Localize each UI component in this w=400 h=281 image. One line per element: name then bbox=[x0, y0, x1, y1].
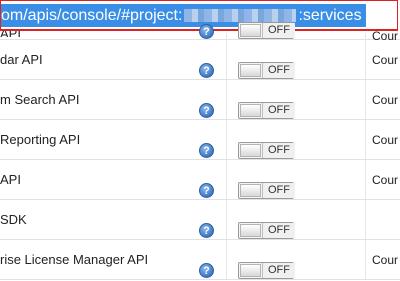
service-toggle[interactable]: OFF bbox=[238, 22, 295, 39]
column-divider bbox=[365, 160, 366, 199]
column-divider bbox=[226, 80, 227, 119]
service-row: SDK ? OFF bbox=[0, 200, 400, 240]
url-suffix: :services bbox=[298, 7, 362, 24]
service-toggle[interactable]: OFF bbox=[238, 262, 295, 279]
service-toggle[interactable]: OFF bbox=[238, 62, 295, 79]
toggle-knob bbox=[240, 144, 261, 157]
column-divider bbox=[365, 33, 366, 39]
quota-link[interactable]: Cour bbox=[372, 120, 398, 159]
column-divider bbox=[226, 40, 227, 79]
redacted-project-id bbox=[184, 9, 297, 23]
column-divider bbox=[226, 160, 227, 199]
toggle-state: OFF bbox=[262, 103, 295, 118]
toggle-state: OFF bbox=[262, 263, 295, 278]
service-toggle[interactable]: OFF bbox=[238, 142, 295, 159]
service-row: Reporting API ? OFF Cour bbox=[0, 120, 400, 160]
help-icon[interactable]: ? bbox=[199, 24, 214, 39]
column-divider bbox=[226, 200, 227, 239]
service-toggle[interactable]: OFF bbox=[238, 182, 295, 199]
help-icon[interactable]: ? bbox=[199, 263, 214, 278]
toggle-state: OFF bbox=[262, 223, 295, 238]
service-name: API bbox=[0, 31, 195, 37]
column-divider bbox=[226, 33, 227, 39]
service-toggle[interactable]: OFF bbox=[238, 222, 295, 239]
toggle-state: OFF bbox=[262, 183, 295, 198]
service-name: dar API bbox=[0, 52, 43, 67]
url-prefix: om/apis/console/#project: bbox=[1, 7, 183, 24]
toggle-state: OFF bbox=[262, 23, 295, 38]
column-divider bbox=[365, 40, 366, 79]
address-bar[interactable]: om/apis/console/#project: :services bbox=[0, 0, 398, 31]
help-icon[interactable]: ? bbox=[199, 63, 214, 78]
service-name: SDK bbox=[0, 212, 27, 227]
quota-link[interactable]: Cour bbox=[372, 40, 398, 79]
url-text-selected[interactable]: om/apis/console/#project: :services bbox=[1, 4, 366, 27]
toggle-state: OFF bbox=[262, 63, 295, 78]
service-name: rise License Manager API bbox=[0, 252, 149, 267]
service-name: Reporting API bbox=[0, 132, 81, 147]
column-divider bbox=[365, 240, 366, 279]
toggle-knob bbox=[240, 64, 261, 77]
toggle-knob bbox=[240, 184, 261, 197]
toggle-knob bbox=[240, 24, 261, 37]
toggle-knob bbox=[240, 224, 261, 237]
service-name: API bbox=[0, 172, 21, 187]
quota-link[interactable]: Cour bbox=[372, 30, 398, 42]
toggle-state: OFF bbox=[262, 143, 295, 158]
service-row: API ? OFF Cour bbox=[0, 160, 400, 200]
service-row: m Search API ? OFF Cour bbox=[0, 80, 400, 120]
column-divider bbox=[226, 240, 227, 279]
services-table: API ? OFF Cour dar API ? OFF Cour m Sear… bbox=[0, 22, 400, 280]
quota-link[interactable]: Cour bbox=[372, 240, 398, 279]
help-icon[interactable]: ? bbox=[199, 143, 214, 158]
toggle-knob bbox=[240, 104, 261, 117]
quota-link[interactable]: Cour bbox=[372, 80, 398, 119]
quota-link[interactable]: Cour bbox=[372, 160, 398, 199]
help-icon[interactable]: ? bbox=[199, 103, 214, 118]
column-divider bbox=[226, 120, 227, 159]
service-row: dar API ? OFF Cour bbox=[0, 40, 400, 80]
column-divider bbox=[365, 80, 366, 119]
help-icon[interactable]: ? bbox=[199, 223, 214, 238]
column-divider bbox=[365, 120, 366, 159]
toggle-knob bbox=[240, 264, 261, 277]
help-icon[interactable]: ? bbox=[199, 183, 214, 198]
column-divider bbox=[365, 200, 366, 239]
service-row: API ? OFF Cour bbox=[0, 22, 400, 42]
service-row: rise License Manager API ? OFF Cour bbox=[0, 240, 400, 280]
service-toggle[interactable]: OFF bbox=[238, 102, 295, 119]
service-name: m Search API bbox=[0, 92, 80, 107]
